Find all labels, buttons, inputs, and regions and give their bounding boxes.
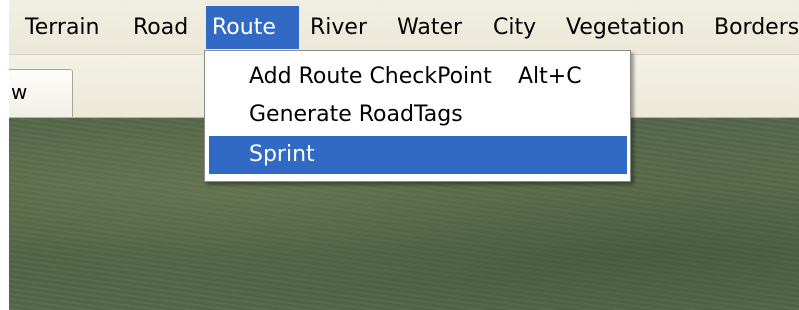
menu-item-generate-roadtags[interactable]: Generate RoadTags: [209, 96, 627, 134]
menu-borders[interactable]: Borders: [708, 6, 799, 49]
menu-road[interactable]: Road: [127, 6, 194, 49]
menu-vegetation[interactable]: Vegetation: [560, 6, 691, 49]
app-window: Terrain Road Route River Water City Vege…: [0, 0, 799, 310]
menu-city[interactable]: City: [487, 6, 542, 49]
menu-water[interactable]: Water: [391, 6, 468, 49]
menu-terrain[interactable]: Terrain: [19, 6, 105, 49]
route-menu-dropdown: Add Route CheckPoint Alt+C Generate Road…: [204, 50, 631, 182]
menu-item-label: Generate RoadTags: [249, 102, 463, 127]
view-tab[interactable]: w: [9, 69, 73, 117]
menu-river[interactable]: River: [304, 6, 373, 49]
menu-item-label: Sprint: [249, 142, 315, 167]
menu-item-sprint[interactable]: Sprint: [209, 136, 627, 174]
menu-bar: Terrain Road Route River Water City Vege…: [9, 0, 799, 55]
menu-item-shortcut: Alt+C: [518, 64, 582, 89]
tab-label: w: [11, 80, 28, 104]
menu-route[interactable]: Route: [206, 6, 299, 49]
menu-item-label: Add Route CheckPoint: [249, 64, 492, 89]
menu-item-add-route-checkpoint[interactable]: Add Route CheckPoint Alt+C: [209, 58, 627, 96]
